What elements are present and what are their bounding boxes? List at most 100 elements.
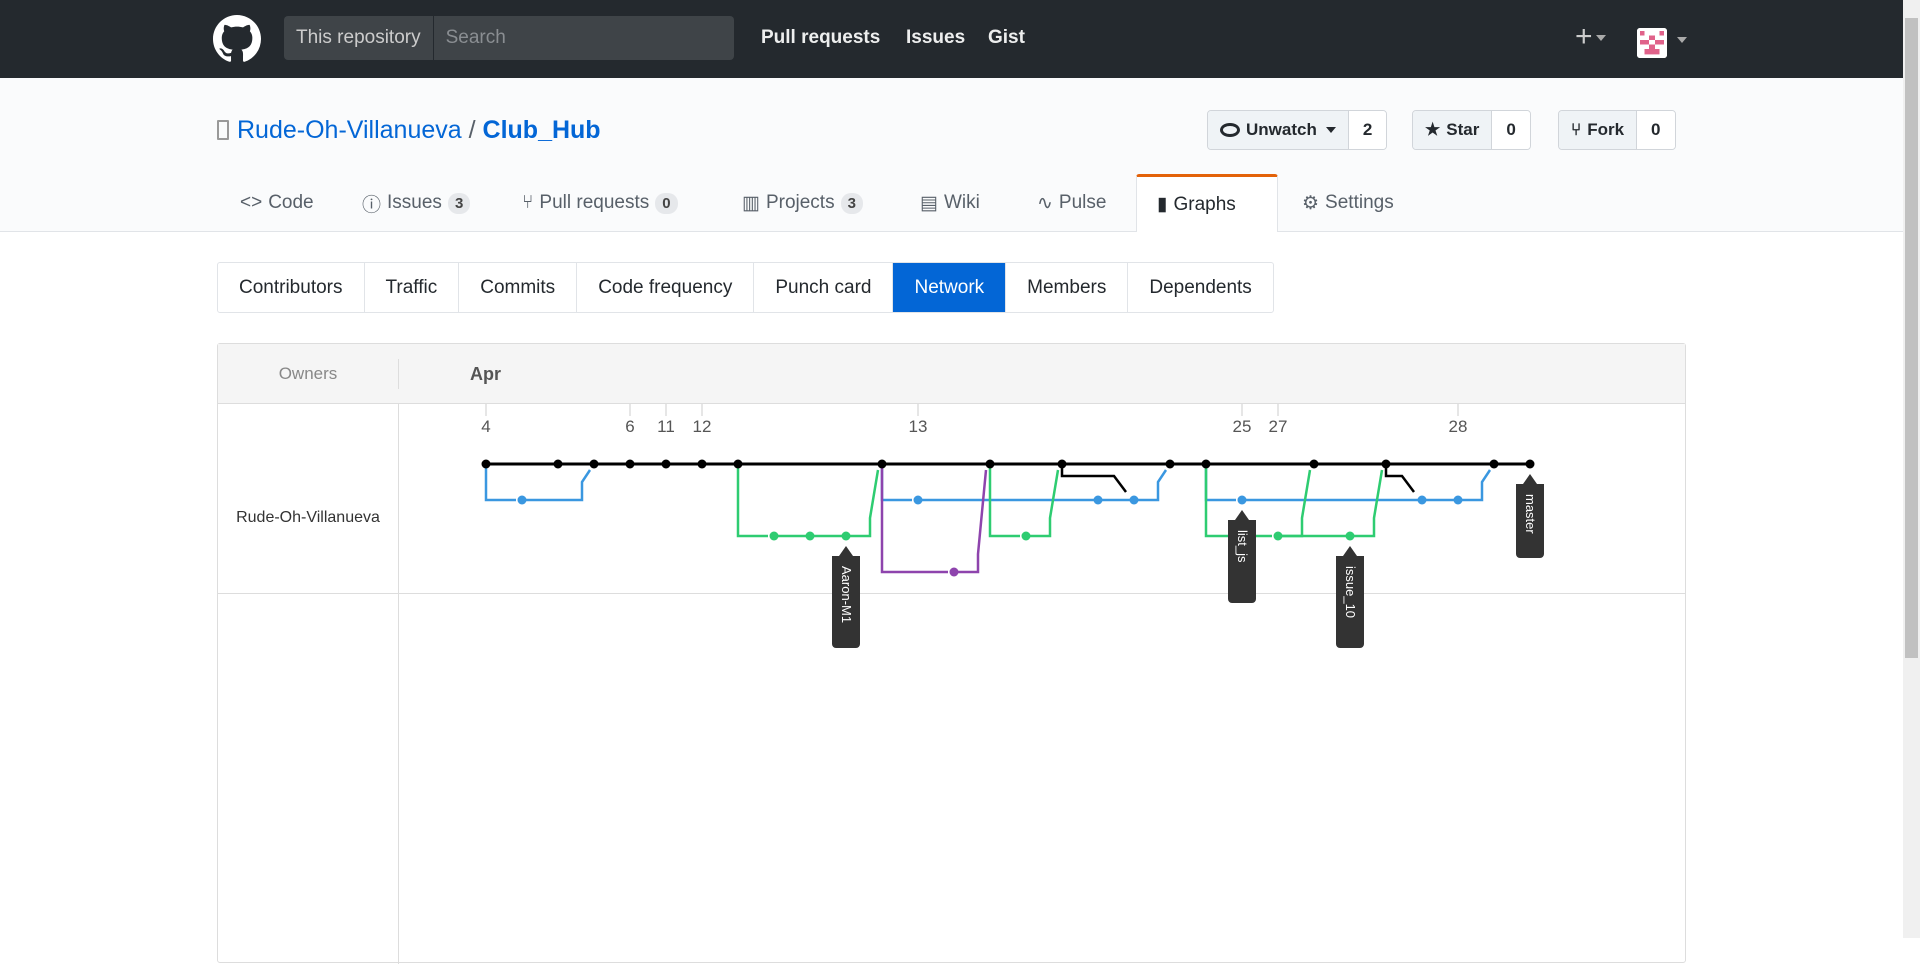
create-new-button[interactable]: + (1575, 20, 1606, 54)
commit-dot (949, 567, 959, 577)
search-box: This repository (284, 16, 734, 60)
avatar[interactable] (1637, 28, 1667, 58)
tab-projects[interactable]: ▥ Projects 3 (722, 174, 883, 232)
subnav-punch-card[interactable]: Punch card (754, 263, 894, 312)
commit-dot (1381, 459, 1391, 469)
unwatch-button[interactable]: Unwatch (1208, 111, 1349, 149)
commit-dot (517, 495, 527, 505)
blue-branch-edge (880, 464, 912, 502)
repo-owner-link[interactable]: Rude-Oh-Villanueva (237, 116, 462, 144)
project-icon: ▥ (742, 192, 760, 214)
subnav-code-frequency[interactable]: Code frequency (577, 263, 755, 312)
commit-dot (661, 459, 671, 469)
green-branch-edge (1278, 469, 1312, 538)
commit-dot (1021, 531, 1031, 541)
tab-pulse[interactable]: ∿ Pulse (1017, 174, 1126, 232)
tab-graphs[interactable]: ▮ Graphs (1136, 174, 1278, 232)
commit-dot (1309, 459, 1319, 469)
commit-dot (1129, 495, 1139, 505)
subnav-contributors[interactable]: Contributors (218, 263, 365, 312)
caret-down-icon (1595, 35, 1606, 42)
issues-count: 3 (447, 192, 471, 214)
scrollbar-thumb[interactable] (1905, 18, 1918, 658)
branch-label: Aaron-M1 (839, 566, 854, 623)
commit-dot (841, 531, 851, 541)
github-logo-icon[interactable] (213, 15, 261, 63)
branch-label: list_js (1235, 530, 1250, 563)
star-icon: ★ (1425, 120, 1441, 139)
repo-title: Rude-Oh-Villanueva / Club_Hub (217, 116, 601, 145)
tab-label: Issues (387, 192, 442, 213)
fork-button[interactable]: ⑂ Fork (1559, 111, 1638, 149)
stars-count[interactable]: 0 (1492, 111, 1530, 149)
commit-dot (625, 459, 635, 469)
tab-code[interactable]: <> Code (220, 174, 334, 232)
tab-pull-requests[interactable]: ⑂ Pull requests 0 (502, 174, 698, 232)
tab-label: Code (268, 192, 314, 213)
fork-label: Fork (1587, 120, 1625, 139)
commit-dot (1417, 495, 1427, 505)
tab-settings[interactable]: ⚙ Settings (1282, 174, 1414, 232)
commit-dot (985, 459, 995, 469)
eye-icon (1220, 123, 1240, 137)
gear-icon: ⚙ (1302, 192, 1320, 214)
date-label: 12 (693, 417, 712, 436)
commit-dot (553, 459, 563, 469)
commit-dot (1345, 531, 1355, 541)
graph-icon: ▮ (1157, 194, 1168, 215)
commit-dot (1273, 531, 1283, 541)
pulse-icon: ∿ (1037, 192, 1053, 214)
commit-dot (481, 459, 491, 469)
nav-gist[interactable]: Gist (988, 27, 1025, 49)
subnav-network[interactable]: Network (893, 263, 1007, 312)
nav-pull-requests[interactable]: Pull requests (761, 27, 880, 49)
commit-dot (589, 459, 599, 469)
pr-count: 0 (655, 192, 678, 214)
network-canvas[interactable]: 4 6 11 12 13 25 27 28 Aaron-M1 list_js issue_10 mas… (218, 344, 1685, 964)
nav-issues[interactable]: Issues (906, 27, 965, 49)
commit-dot (1525, 459, 1535, 469)
blue-branch-edge (1134, 469, 1168, 502)
watch-group: Unwatch 2 (1207, 110, 1388, 150)
plus-icon: + (1575, 20, 1593, 53)
tab-label: Pulse (1058, 192, 1107, 213)
branch-label: issue_10 (1343, 566, 1358, 618)
commit-dot (769, 531, 779, 541)
blue-branch-edge (522, 469, 592, 502)
forks-count[interactable]: 0 (1637, 111, 1675, 149)
subnav-commits[interactable]: Commits (459, 263, 578, 312)
blue-branch-edge (1204, 464, 1236, 502)
search-input[interactable] (433, 27, 714, 49)
commit-dot (733, 459, 743, 469)
book-icon: ▤ (920, 192, 938, 214)
top-navbar: This repository Pull requests Issues Gis… (0, 0, 1903, 78)
avatar-caret-icon[interactable] (1677, 37, 1687, 43)
star-button[interactable]: ★ Star (1413, 111, 1493, 149)
repo-name-link[interactable]: Club_Hub (483, 116, 601, 144)
caret-down-icon (1325, 127, 1336, 133)
tab-label: Pull requests (539, 192, 650, 213)
network-graph[interactable]: Owners Apr Rude-Oh-Villanueva 4 6 11 12 13 25… (217, 343, 1686, 964)
date-label: 13 (909, 417, 928, 436)
subnav-traffic[interactable]: Traffic (365, 263, 460, 312)
tab-label: Settings (1325, 192, 1394, 213)
code-icon: <> (240, 192, 263, 213)
tab-label: Projects (765, 192, 835, 213)
commit-dot (1093, 495, 1103, 505)
unwatch-label: Unwatch (1246, 120, 1317, 139)
blue-branch-edge (484, 464, 516, 502)
commit-dot (697, 459, 707, 469)
date-label: 6 (625, 417, 634, 436)
watchers-count[interactable]: 2 (1348, 111, 1387, 149)
subnav-dependents[interactable]: Dependents (1128, 263, 1272, 312)
branch-label: master (1523, 494, 1538, 534)
date-label: 11 (657, 417, 675, 436)
commit-dot (1057, 459, 1067, 469)
commit-dot (1489, 459, 1499, 469)
tab-wiki[interactable]: ▤ Wiki (900, 174, 1000, 232)
repo-icon (217, 120, 229, 140)
commit-dot (913, 495, 923, 505)
subnav-members[interactable]: Members (1006, 263, 1129, 312)
search-scope-label[interactable]: This repository (284, 16, 434, 60)
tab-issues[interactable]: ⓘ Issues 3 (342, 174, 490, 232)
